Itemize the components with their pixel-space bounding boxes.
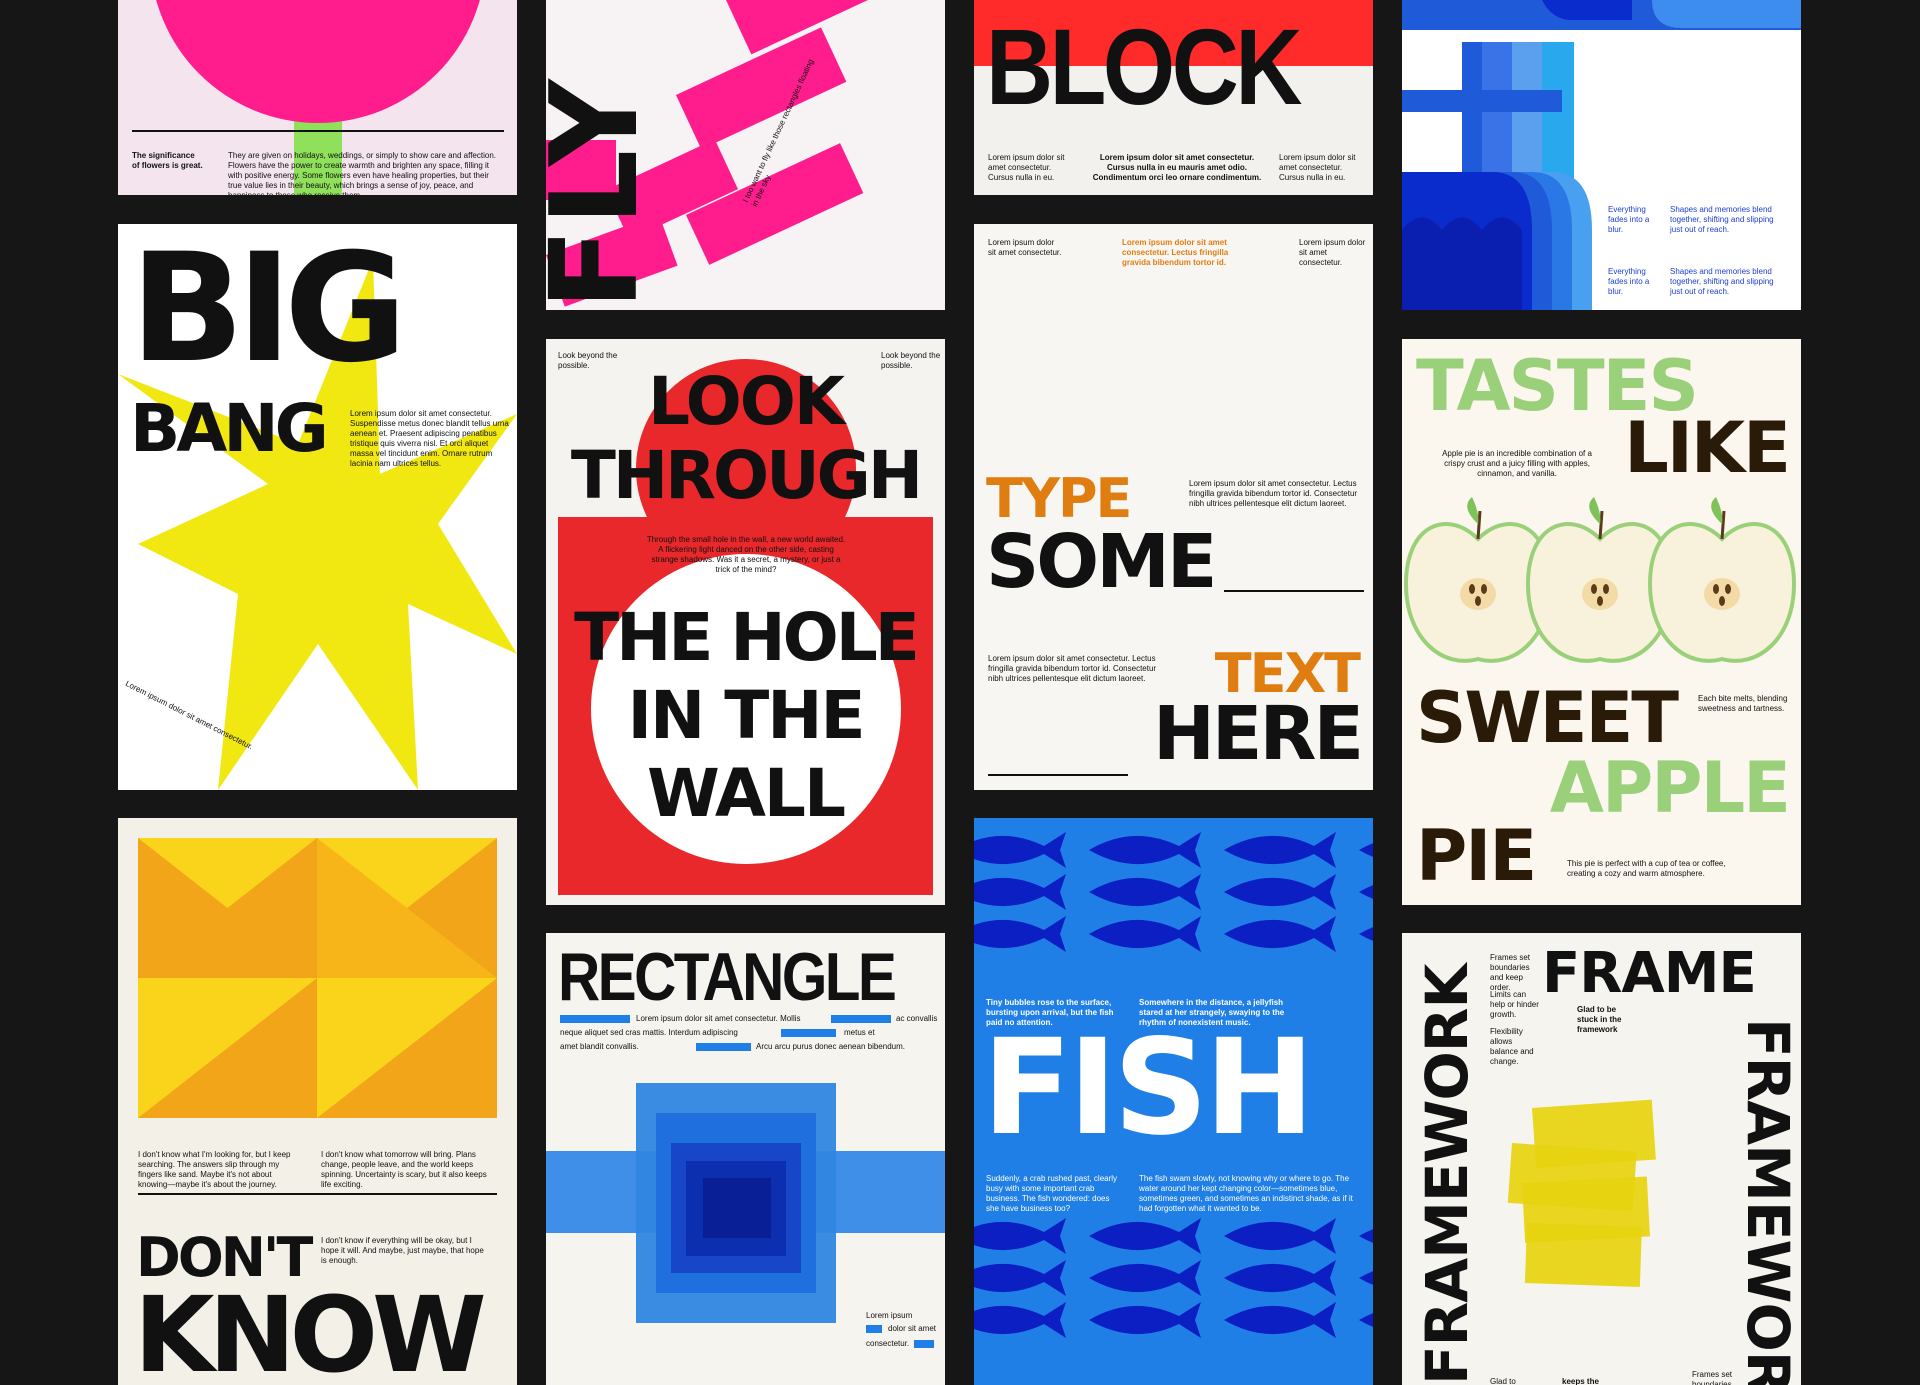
frame-foot2: keeps the <box>1562 1377 1599 1385</box>
fish-shape <box>1359 843 1373 857</box>
fish-shape <box>1359 927 1373 941</box>
type-top-left: Lorem ipsum dolor sit amet consectetur. <box>988 238 1062 257</box>
fish-shape <box>1224 1218 1336 1254</box>
block-word: BLOCK <box>986 6 1302 127</box>
fish-shape <box>974 916 1066 952</box>
fish-shape <box>1089 1302 1201 1338</box>
big-bang-body: Lorem ipsum dolor sit amet consectetur. … <box>350 409 509 468</box>
stacked-frames <box>1507 1099 1656 1287</box>
divider-line <box>138 1193 497 1195</box>
fish-shape <box>974 1260 1066 1296</box>
look-body: Through the small hole in the wall, a ne… <box>646 535 846 574</box>
dont-know-col1: I don't know what I'm looking for, but I… <box>138 1150 291 1189</box>
dont-know-col2: I don't know what tomorrow will bring. P… <box>321 1150 487 1189</box>
type-word4: HERE <box>1152 691 1364 777</box>
tastes-word5: PIE <box>1416 815 1537 897</box>
fish-shape <box>974 1218 1066 1254</box>
big-bang-line2: BANG <box>130 390 329 467</box>
poster-block: BLOCK Lorem ipsum dolor sit amet consect… <box>974 0 1373 195</box>
fish-shape <box>1224 832 1336 868</box>
blue-bar <box>866 1325 882 1333</box>
dont-know-line2: KNOW <box>134 1274 487 1385</box>
poster-type-some: Lorem ipsum dolor sit amet consectetur. … <box>974 224 1373 790</box>
fish-shape <box>1089 916 1201 952</box>
fish-shape <box>1359 1313 1373 1327</box>
divider-line <box>132 130 504 132</box>
block-col2: Lorem ipsum dolor sit amet consectetur. … <box>1092 153 1262 182</box>
underline <box>1224 590 1364 592</box>
poster-fly: FLY I too want to fly like those rectang… <box>546 0 945 310</box>
fish-shape <box>1359 1229 1373 1243</box>
poster-framework: FRAMEWORK Frames set boundaries and keep… <box>1402 933 1801 1385</box>
blur-shapes <box>1402 0 1801 310</box>
fish-shape <box>1359 885 1373 899</box>
look-line4: IN THE <box>627 677 865 754</box>
fish-shape <box>1089 1260 1201 1296</box>
blur-text4: Shapes and memories blend together, shif… <box>1670 267 1774 296</box>
type-top-center: Lorem ipsum dolor sit amet consectetur. … <box>1122 238 1229 267</box>
fish-shape <box>974 832 1066 868</box>
fish-shape <box>974 874 1066 910</box>
flowers-caption-title: The significance of flowers is great. <box>132 151 203 170</box>
poster-dont-know: I don't know what I'm looking for, but I… <box>118 818 517 1385</box>
tastes-outro: This pie is perfect with a cup of tea or… <box>1567 859 1726 878</box>
fish-shape <box>974 1302 1066 1338</box>
poster-apple-pie: TASTES LIKE Apple pie is an incredible c… <box>1402 339 1801 905</box>
tastes-side: Each bite melts, blending sweetness and … <box>1698 694 1788 713</box>
frame-foot1: Glad to <box>1490 1377 1516 1385</box>
look-line2: THROUGH <box>570 437 923 514</box>
fish-text3: Suddenly, a crab rushed past, clearly bu… <box>986 1174 1118 1213</box>
underline <box>988 774 1128 776</box>
fish-shape <box>1224 1260 1336 1296</box>
type-word2: SOME <box>986 519 1217 605</box>
type-mid-right: Lorem ipsum dolor sit amet consectetur. … <box>1189 479 1358 508</box>
fish-shape <box>1089 1218 1201 1254</box>
blue-bar <box>914 1340 934 1348</box>
apple-half <box>1647 497 1797 663</box>
poster-big-bang: BIG BANG Lorem ipsum dolor sit amet cons… <box>118 224 517 790</box>
block-col3: Lorem ipsum dolor sit amet consectetur. … <box>1279 153 1356 182</box>
block-col1: Lorem ipsum dolor sit amet consectetur. … <box>988 153 1065 182</box>
tastes-word3: SWEET <box>1416 677 1679 759</box>
poster-fish: Tiny bubbles rose to the surface, bursti… <box>974 818 1373 1385</box>
blur-text1: Everything fades into a blur. <box>1608 205 1650 234</box>
fish-word: FISH <box>982 1011 1315 1165</box>
poster-blur: Everything fades into a blur. Shapes and… <box>1402 0 1801 310</box>
frame-foot3: Frames set boundaries <box>1692 1370 1733 1385</box>
blur-text2: Shapes and memories blend together, shif… <box>1670 205 1774 234</box>
fish-shape <box>1359 1271 1373 1285</box>
type-top-right: Lorem ipsum dolor sit amet consectetur. <box>1299 238 1366 267</box>
poster-look-through: Look beyond the possible. Look beyond th… <box>546 339 945 905</box>
big-bang-line1: BIG <box>130 224 407 396</box>
rectangle-foot1: Lorem ipsum <box>866 1311 913 1320</box>
poster-flowers: The significance of flowers is great. Th… <box>118 0 517 195</box>
flowers-caption-body: They are given on holidays, weddings, or… <box>228 151 496 195</box>
fish-shape <box>1224 1302 1336 1338</box>
poster-rectangle: RECTANGLE Lorem ipsum dolor sit amet con… <box>546 933 945 1385</box>
fish-shape <box>1089 874 1201 910</box>
fish-shape <box>1224 874 1336 910</box>
look-line3: THE HOLE <box>574 599 920 676</box>
fish-shape <box>1089 832 1201 868</box>
look-line1: LOOK <box>647 363 845 440</box>
dont-know-side: I don't know if everything will be okay,… <box>321 1236 484 1265</box>
fish-text4: The fish swam slowly, not knowing why or… <box>1139 1174 1353 1213</box>
fish-shape <box>1224 916 1336 952</box>
fly-word: FLY <box>546 77 665 310</box>
blur-text3: Everything fades into a blur. <box>1608 267 1650 296</box>
look-line5: WALL <box>646 755 846 832</box>
rectangle-foot2: dolor sit amet <box>888 1324 937 1333</box>
